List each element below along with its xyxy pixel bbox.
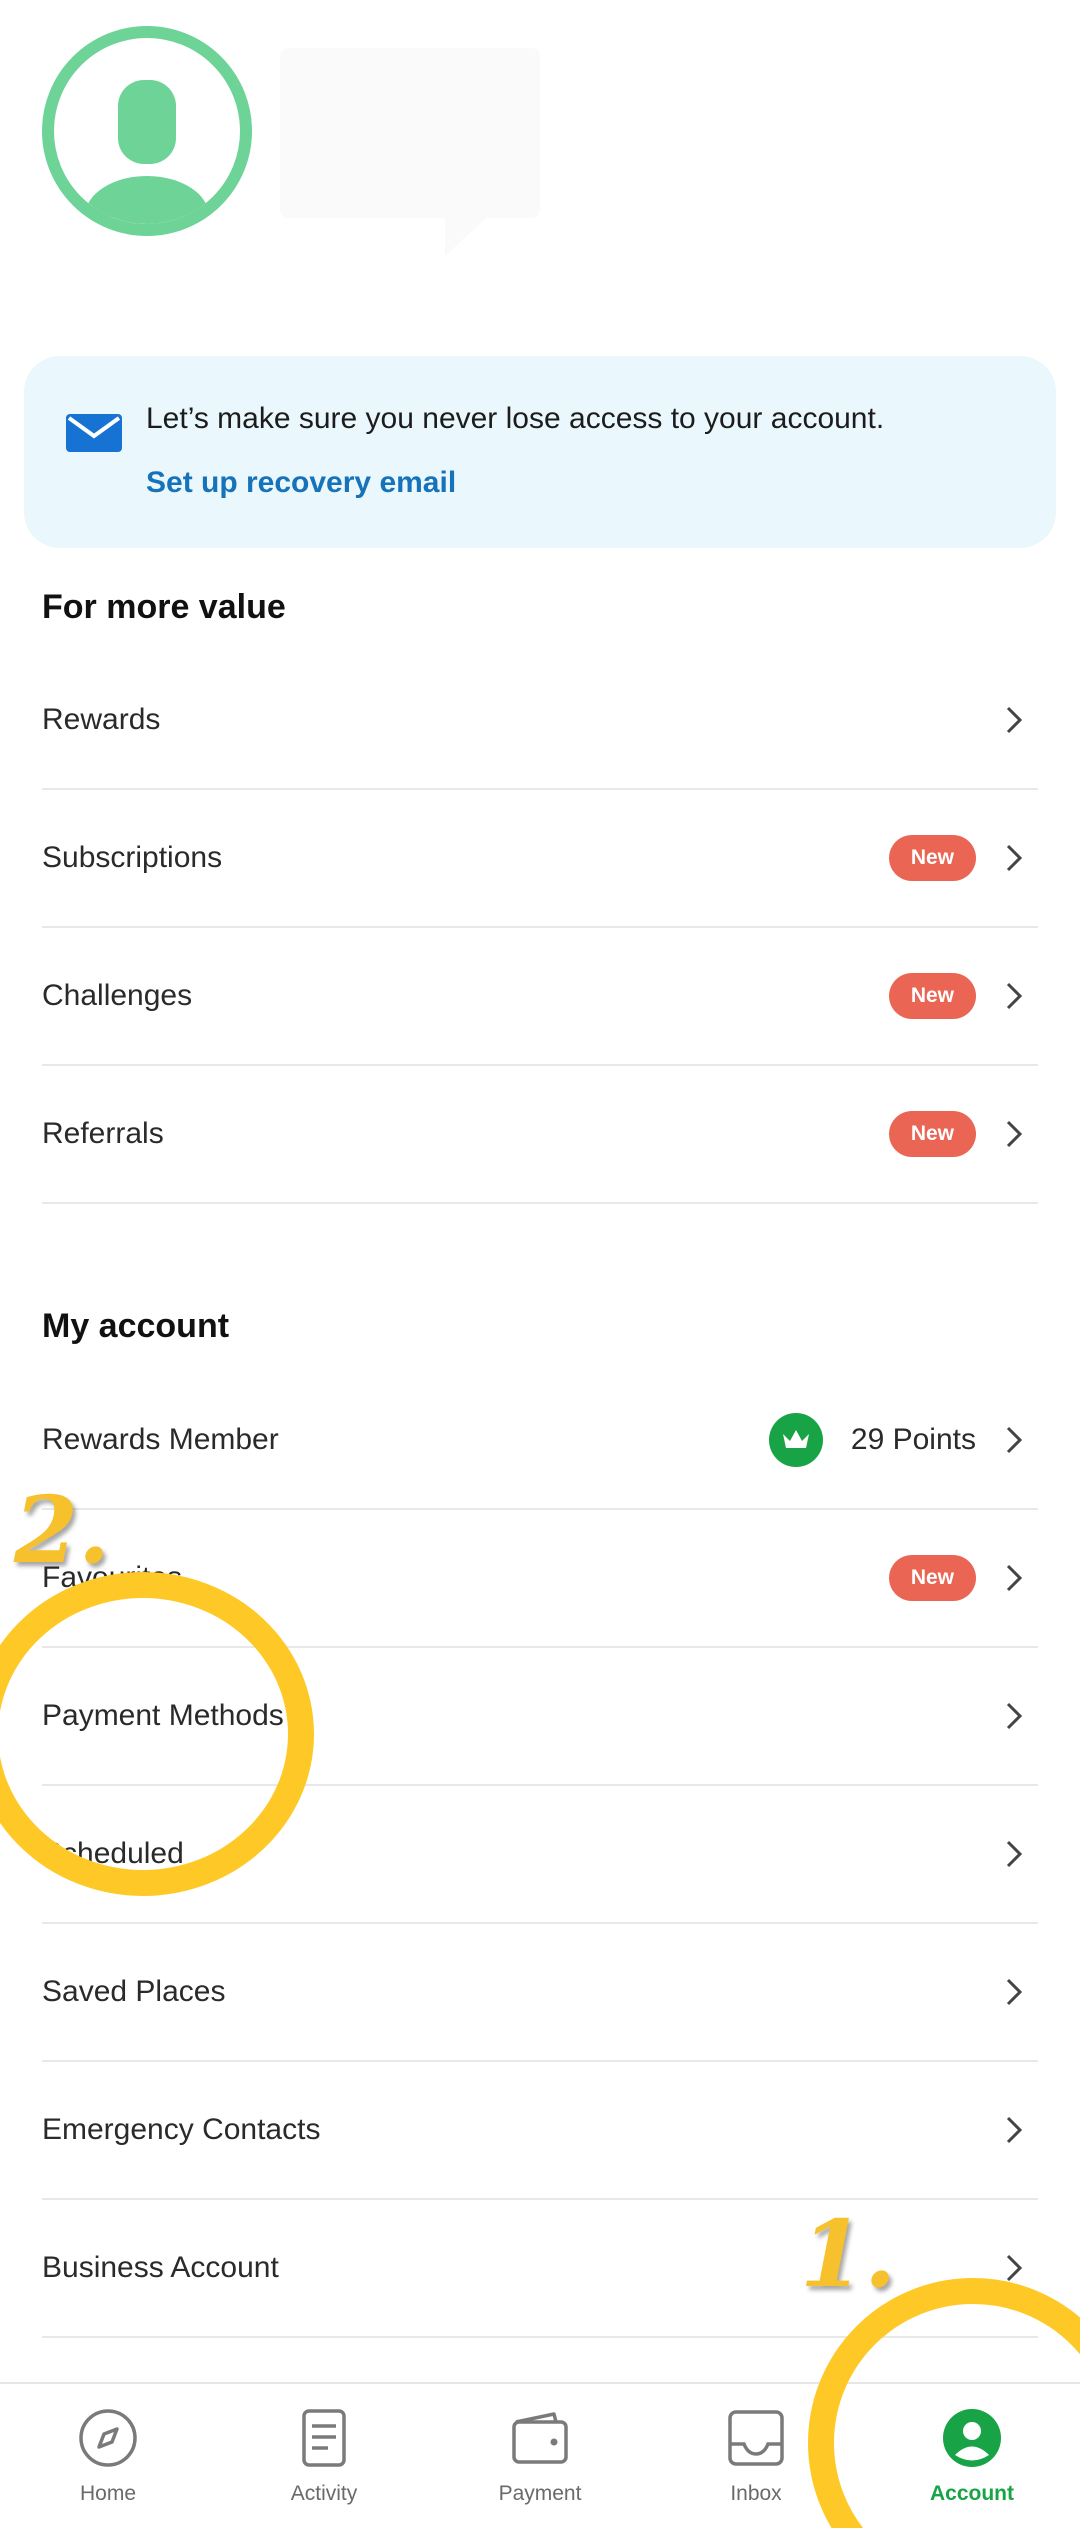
row-referrals[interactable]: Referrals New [42,1066,1038,1204]
nav-payment[interactable]: Payment [432,2384,648,2528]
row-label: Rewards Member [42,1423,279,1456]
bottom-navigation: Home Activity Payment Inbox Account [0,2382,1080,2528]
chevron-right-icon [1006,2254,1023,2282]
compass-icon [79,2409,137,2467]
row-scheduled[interactable]: Scheduled [42,1786,1038,1924]
row-payment-methods[interactable]: Payment Methods [42,1648,1038,1786]
row-label: Emergency Contacts [42,2113,321,2146]
row-label: Favourites [42,1561,183,1594]
wallet-icon [512,2412,568,2464]
nav-account[interactable]: Account [864,2384,1080,2528]
row-label: Rewards [42,703,161,736]
recovery-email-banner: Let’s make sure you never lose access to… [24,356,1056,548]
banner-message: Let’s make sure you never lose access to… [146,402,885,435]
profile-avatar[interactable] [42,26,252,236]
speech-bubble [280,48,540,218]
row-challenges[interactable]: Challenges New [42,928,1038,1066]
inbox-icon [728,2410,784,2466]
section-title-more-value: For more value [42,588,286,626]
new-badge: New [888,973,976,1019]
nav-home[interactable]: Home [0,2384,216,2528]
row-favourites[interactable]: Favourites New [42,1510,1038,1648]
new-badge: New [888,1555,976,1601]
nav-label: Home [79,2482,137,2505]
row-rewards-member[interactable]: Rewards Member 29 Points [42,1372,1038,1510]
row-saved-places[interactable]: Saved Places [42,1924,1038,2062]
section-title-my-account: My account [42,1307,230,1345]
chevron-right-icon [1006,2116,1023,2144]
crown-icon [768,1413,823,1467]
my-account-list: Rewards Member 29 Points Favourites New … [42,1372,1038,2338]
chevron-right-icon [1006,1840,1023,1868]
nav-label: Payment [498,2482,582,2505]
chevron-right-icon [1006,982,1023,1010]
nav-label: Activity [290,2482,358,2505]
row-label: Business Account [42,2251,279,2284]
row-subscriptions[interactable]: Subscriptions New [42,790,1038,928]
chevron-right-icon [1006,1564,1023,1592]
row-label: Challenges [42,979,193,1012]
row-rewards[interactable]: Rewards [42,652,1038,790]
more-value-list: Rewards Subscriptions New Challenges New… [42,652,1038,1204]
row-label: Referrals [42,1117,164,1150]
nav-label: Account [930,2482,1014,2505]
new-badge: New [888,1111,976,1157]
nav-inbox[interactable]: Inbox [648,2384,864,2528]
document-icon [302,2409,346,2467]
row-business-account[interactable]: Business Account [42,2200,1038,2338]
chevron-right-icon [1006,1120,1023,1148]
row-label: Saved Places [42,1975,226,2008]
chevron-right-icon [1006,1702,1023,1730]
row-label: Payment Methods [42,1699,284,1732]
speech-bubble-tail [445,210,495,256]
points-value: 29 Points [850,1423,976,1456]
person-icon [85,80,209,224]
chevron-right-icon [1006,1978,1023,2006]
account-icon [943,2409,1001,2467]
envelope-icon [66,414,122,452]
row-label: Subscriptions [42,841,223,874]
new-badge: New [888,835,976,881]
account-screen: Let’s make sure you never lose access to… [0,0,1080,2528]
row-label: Scheduled [42,1837,184,1870]
chevron-right-icon [1006,706,1023,734]
chevron-right-icon [1006,1426,1023,1454]
setup-recovery-email-link[interactable]: Set up recovery email [146,466,456,500]
nav-activity[interactable]: Activity [216,2384,432,2528]
nav-label: Inbox [730,2482,782,2505]
chevron-right-icon [1006,844,1023,872]
row-emergency-contacts[interactable]: Emergency Contacts [42,2062,1038,2200]
